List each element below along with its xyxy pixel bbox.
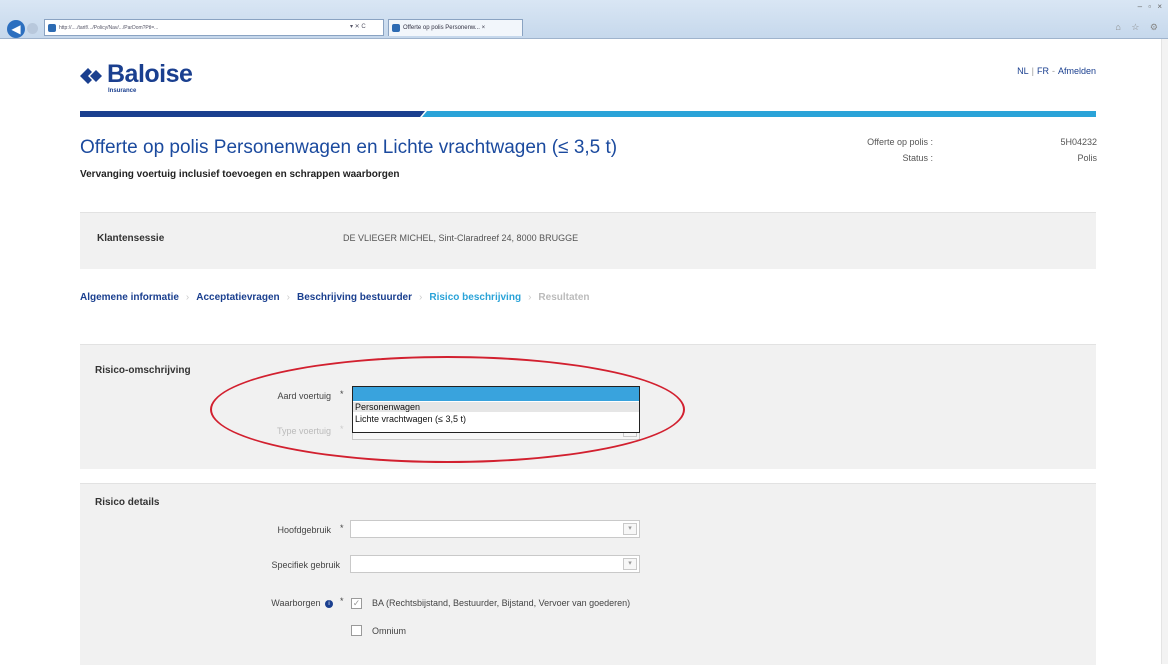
step-risico-beschrijving[interactable]: Risico beschrijving [429, 292, 521, 303]
tab-title: Offerte op polis Personenw... × [403, 25, 486, 31]
browser-chrome: ◀ http://..../tarif/.../Policy/Nav/.../P… [0, 0, 1168, 39]
option-lichte-vrachtwagen[interactable]: Lichte vrachtwagen (≤ 3,5 t) [355, 414, 466, 424]
page-subtitle: Vervanging voertuig inclusief toevoegen … [80, 169, 400, 180]
risico-details-panel [80, 483, 1096, 665]
step-acceptatievragen[interactable]: Acceptatievragen [196, 292, 279, 303]
specifiek-gebruik-select[interactable]: ▾ [350, 555, 640, 573]
logo-subtext: Insurance [108, 88, 137, 94]
client-session-panel [80, 212, 1096, 269]
browser-tab[interactable]: Offerte op polis Personenw... × [388, 19, 523, 36]
ba-checkbox[interactable]: ✓ [351, 598, 362, 609]
toolbar-icons[interactable]: ⌂ ☆ ⚙ [1115, 22, 1162, 33]
status-value: Polis [1077, 153, 1097, 163]
address-bar[interactable]: http://..../tarif/.../Policy/Nav/.../Par… [44, 19, 384, 36]
checkmark-icon: ✓ [352, 598, 361, 608]
step-resultaten: Resultaten [538, 292, 590, 303]
aard-voertuig-dropdown[interactable]: Personenwagen Lichte vrachtwagen (≤ 3,5 … [352, 386, 640, 433]
waarborgen-label: Waarborgen i [200, 598, 333, 608]
tab-favicon-icon [392, 24, 400, 32]
lang-nl-link[interactable]: NL [1017, 66, 1029, 76]
chevron-down-icon: ▾ [623, 523, 637, 535]
aard-voertuig-selected[interactable] [353, 387, 639, 401]
type-voertuig-label: Type voertuig [276, 426, 331, 436]
step-beschrijving-bestuurder[interactable]: Beschrijving bestuurder [297, 292, 412, 303]
step-arrow-icon: › [419, 292, 423, 303]
quote-number-label: Offerte op polis : [867, 137, 933, 147]
quote-number-value: 5H04232 [1060, 137, 1097, 147]
step-arrow-icon: › [528, 292, 532, 303]
language-bar: NL | FR - Afmelden [1017, 66, 1096, 76]
required-marker: * [340, 424, 344, 434]
status-label: Status : [902, 153, 933, 163]
hoofdgebruik-select[interactable]: ▾ [350, 520, 640, 538]
header-stripe [80, 111, 1096, 117]
client-session-label: Klantensessie [97, 233, 165, 244]
lang-fr-link[interactable]: FR [1037, 66, 1049, 76]
page-title: Offerte op polis Personenwagen en Lichte… [80, 137, 618, 158]
omnium-checkbox[interactable] [351, 625, 362, 636]
specifiek-gebruik-label: Specifiek gebruik [271, 560, 340, 570]
risico-details-title: Risico details [95, 497, 160, 508]
logo-mark-icon [80, 68, 102, 84]
step-algemene-informatie[interactable]: Algemene informatie [80, 292, 179, 303]
forward-icon[interactable] [27, 23, 38, 34]
lang-separator: | [1031, 66, 1034, 76]
logout-separator: - [1051, 66, 1055, 76]
aard-voertuig-label: Aard voertuig [277, 391, 331, 401]
chevron-down-icon: ▾ [623, 558, 637, 570]
step-arrow-icon: › [185, 292, 190, 303]
vertical-scrollbar[interactable] [1161, 39, 1168, 664]
info-icon[interactable]: i [325, 599, 333, 608]
address-text: http://..../tarif/.../Policy/Nav/.../Par… [59, 25, 159, 31]
hoofdgebruik-label: Hoofdgebruik [277, 525, 331, 535]
option-personenwagen[interactable]: Personenwagen [353, 402, 639, 412]
waarborgen-label-text: Waarborgen [271, 598, 321, 608]
omnium-checkbox-label: Omnium [372, 626, 407, 636]
window-controls[interactable]: – ▫ × [1138, 2, 1164, 11]
site-icon [48, 24, 56, 32]
back-icon[interactable]: ◀ [7, 20, 25, 38]
logo-text: Baloise [107, 60, 193, 88]
required-marker: * [340, 523, 344, 533]
logout-link[interactable]: Afmelden [1058, 66, 1096, 76]
step-arrow-icon: › [286, 292, 290, 303]
wizard-steps: Algemene informatie › Acceptatievragen › Bes… [80, 292, 590, 303]
required-marker: * [340, 389, 344, 399]
address-controls[interactable]: ▾ ✕ C [350, 19, 366, 36]
ba-checkbox-label: BA (Rechtsbijstand, Bestuurder, Bijstand… [372, 598, 631, 608]
client-session-value: DE VLIEGER MICHEL, Sint-Claradreef 24, 8… [343, 233, 579, 243]
risico-omschrijving-title: Risico-omschrijving [95, 365, 191, 376]
required-marker: * [340, 596, 344, 606]
